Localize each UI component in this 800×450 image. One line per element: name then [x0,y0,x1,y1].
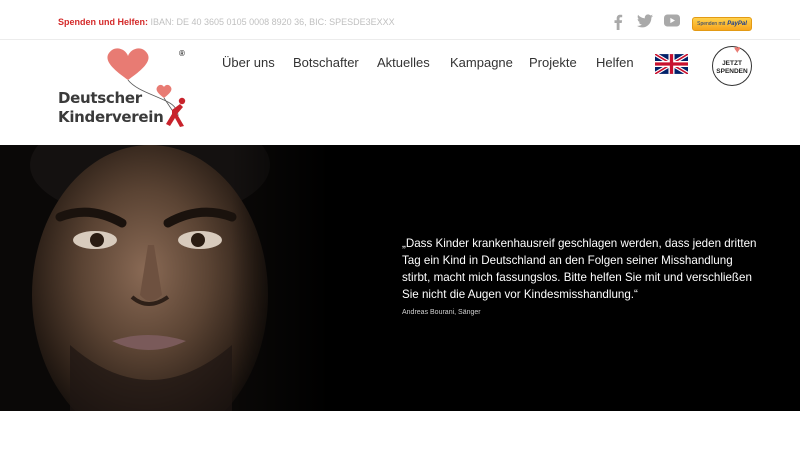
top-bar: Spenden und Helfen: IBAN: DE 40 3605 010… [0,0,800,40]
paypal-donate-button[interactable]: Spenden mit PayPal [692,17,752,31]
uk-flag-icon[interactable] [655,54,688,74]
facebook-icon[interactable] [613,14,623,30]
paypal-small-label: Spenden mit [697,21,726,27]
donation-info: Spenden und Helfen: IBAN: DE 40 3605 010… [58,17,395,27]
ambassador-portrait [0,145,330,411]
donate-now-label: JETZT SPENDEN [713,60,751,76]
donation-label: Spenden und Helfen: [58,17,148,27]
logo-wordmark: Deutscher Kinderverein [58,89,164,127]
nav-item-aktuelles[interactable]: Aktuelles [377,55,430,70]
bank-details: IBAN: DE 40 3605 0105 0008 8920 36, BIC:… [150,17,395,27]
nav-item-kampagne[interactable]: Kampagne [450,55,513,70]
heart-icon: ♥ [734,44,741,56]
hero-quote: „Dass Kinder krankenhausreif geschlagen … [402,237,757,301]
donate-now-line-2: SPENDEN [716,68,748,75]
hero-banner: „Dass Kinder krankenhausreif geschlagen … [0,145,800,411]
paypal-brand-label: PayPal [727,21,747,27]
nav-item-botschafter[interactable]: Botschafter [293,55,359,70]
donate-now-button[interactable]: ♥ JETZT SPENDEN [712,44,752,86]
nav-item-helfen[interactable]: Helfen [596,55,634,70]
twitter-icon[interactable] [637,14,653,28]
youtube-icon[interactable] [664,14,680,27]
logo-line-1: Deutscher [58,89,142,107]
nav-item-projekte[interactable]: Projekte [529,55,577,70]
donate-now-line-1: JETZT [722,60,742,67]
logo-line-2: Kinderverein [58,108,164,126]
nav-item-ueber-uns[interactable]: Über uns [222,55,275,70]
quote-author: Andreas Bourani, Sänger [402,309,481,316]
